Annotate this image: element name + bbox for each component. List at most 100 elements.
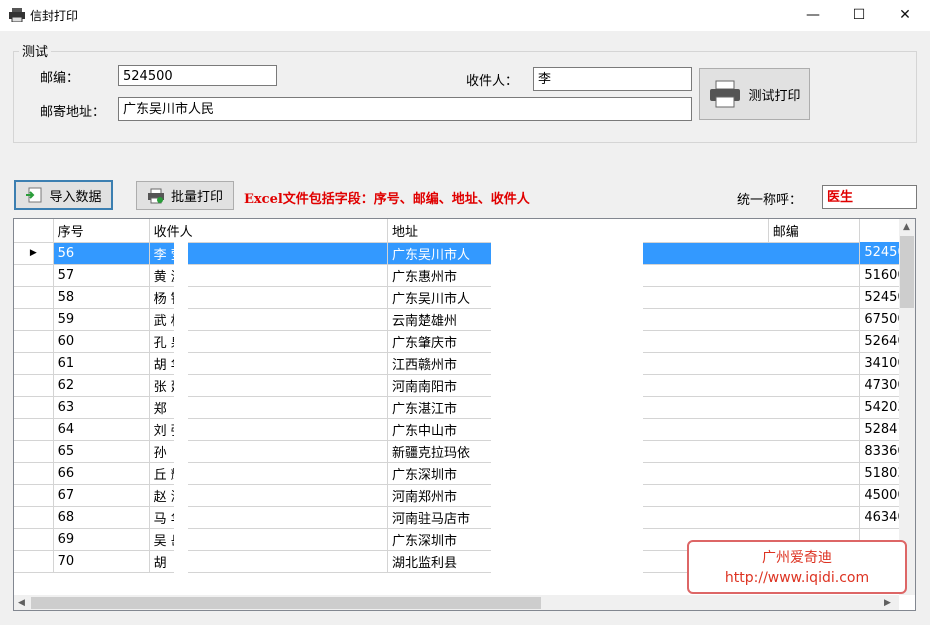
address-text: 广东深圳市 bbox=[391, 467, 457, 483]
cell-no[interactable]: 60 bbox=[53, 330, 150, 353]
address-text: 广东深圳市 bbox=[391, 533, 457, 549]
row-header[interactable] bbox=[14, 528, 54, 551]
cell-no[interactable]: 57 bbox=[53, 264, 150, 287]
table-row[interactable]: 63郑广东湛江市科542037 bbox=[14, 396, 915, 419]
row-header[interactable] bbox=[14, 462, 54, 485]
scroll-up-icon[interactable]: ▲ bbox=[903, 222, 910, 232]
horizontal-scroll-thumb[interactable] bbox=[31, 597, 541, 609]
title-bar: 信封打印 — ☐ ✕ bbox=[0, 0, 930, 31]
cell-no[interactable]: 62 bbox=[53, 374, 150, 397]
row-header[interactable] bbox=[14, 418, 54, 441]
cell-no[interactable]: 61 bbox=[53, 352, 150, 375]
cell-no[interactable]: 66 bbox=[53, 462, 150, 485]
row-header[interactable] bbox=[14, 440, 54, 463]
row-header-corner bbox=[14, 219, 54, 243]
vertical-scroll-thumb[interactable] bbox=[900, 236, 914, 308]
row-pointer-icon[interactable]: ▶ bbox=[14, 242, 54, 265]
printer-icon bbox=[710, 80, 741, 108]
table-row[interactable]: 64 刘 强广东中山市 528414 bbox=[14, 418, 915, 441]
column-header-recipient[interactable]: 收件人 bbox=[149, 219, 388, 243]
row-header[interactable] bbox=[14, 308, 54, 331]
table-row[interactable]: 65孙新疆克拉玛依科833600 bbox=[14, 440, 915, 463]
cell-no[interactable]: 65 bbox=[53, 440, 150, 463]
table-row[interactable]: 59 武 权云南楚雄州 675000 bbox=[14, 308, 915, 331]
cell-no[interactable]: 56 bbox=[53, 242, 150, 265]
salutation-input[interactable]: 医生 bbox=[822, 185, 917, 209]
cell-no[interactable]: 64 bbox=[53, 418, 150, 441]
row-header[interactable] bbox=[14, 286, 54, 309]
address-label: 邮寄地址： bbox=[40, 105, 106, 120]
address-text: 广东中山市 bbox=[391, 423, 457, 439]
maximize-button[interactable]: ☐ bbox=[836, 0, 882, 31]
watermark-stamp: 广州爱奇迪 http://www.iqidi.com bbox=[687, 540, 907, 594]
table-row[interactable]: 68马 华河南驻马店市科463400 bbox=[14, 506, 915, 529]
recipient-label: 收件人： bbox=[466, 74, 519, 89]
table-row[interactable]: 61胡 华江西赣州市骨科341000 bbox=[14, 352, 915, 375]
redaction-mask bbox=[491, 241, 643, 595]
table-row[interactable]: 58 杨 锦广东吴川市人 524500 bbox=[14, 286, 915, 309]
address-text: 广东吴川市人 bbox=[391, 247, 470, 263]
postcode-input[interactable]: 524500 bbox=[118, 65, 277, 86]
row-header[interactable] bbox=[14, 374, 54, 397]
address-text: 广东湛江市 bbox=[391, 401, 457, 417]
address-text: 湖北监利县 bbox=[391, 555, 457, 571]
row-header[interactable] bbox=[14, 484, 54, 507]
table-row[interactable]: 57 黄 源广东惠州市 516002 bbox=[14, 264, 915, 287]
cell-no[interactable]: 69 bbox=[53, 528, 150, 551]
address-text: 河南驻马店市 bbox=[391, 511, 470, 527]
column-header-no[interactable]: 序号 bbox=[53, 219, 150, 243]
row-header[interactable] bbox=[14, 352, 54, 375]
import-icon bbox=[26, 187, 42, 203]
address-text: 河南南阳市 bbox=[391, 379, 457, 395]
import-data-label: 导入数据 bbox=[49, 189, 102, 205]
row-header[interactable] bbox=[14, 330, 54, 353]
cell-no[interactable]: 59 bbox=[53, 308, 150, 331]
test-print-button[interactable]: 测试打印 bbox=[699, 68, 810, 120]
close-button[interactable]: ✕ bbox=[882, 0, 928, 31]
data-table: 序号 收件人 地址 邮编 ▶ 56 李 莹广东吴川市人 524500 57 黄 源广东惠州… bbox=[14, 219, 915, 573]
address-text: 江西赣州市 bbox=[391, 357, 457, 373]
cell-no[interactable]: 68 bbox=[53, 506, 150, 529]
cell-no[interactable]: 63 bbox=[53, 396, 150, 419]
batch-print-button[interactable]: 批量打印 bbox=[136, 181, 234, 210]
horizontal-scrollbar[interactable]: ◀ ▶ bbox=[14, 595, 899, 610]
cell-no[interactable]: 67 bbox=[53, 484, 150, 507]
minimize-button[interactable]: — bbox=[790, 0, 836, 31]
table-row[interactable]: ▶ 56 李 莹广东吴川市人 524500 bbox=[14, 242, 915, 265]
redaction-mask bbox=[174, 241, 188, 595]
test-print-label: 测试打印 bbox=[748, 88, 801, 104]
window-title: 信封打印 bbox=[30, 9, 79, 23]
scroll-left-icon[interactable]: ◀ bbox=[18, 598, 25, 608]
table-row[interactable]: 62张 建河南南阳市+473000 bbox=[14, 374, 915, 397]
row-header[interactable] bbox=[14, 506, 54, 529]
printer-icon bbox=[9, 8, 25, 22]
watermark-line2: http://www.iqidi.com bbox=[724, 570, 870, 586]
address-input[interactable]: 广东吴川市人民 bbox=[118, 97, 692, 121]
table-row[interactable]: 66丘 辉广东深圳市+518030 bbox=[14, 462, 915, 485]
column-header-address[interactable]: 地址 bbox=[387, 219, 769, 243]
postcode-label: 邮编： bbox=[40, 71, 80, 86]
row-header[interactable] bbox=[14, 264, 54, 287]
table-row[interactable]: 60孔 泉广东肇庆市+526400 bbox=[14, 330, 915, 353]
row-header[interactable] bbox=[14, 396, 54, 419]
address-text: 新疆克拉玛依 bbox=[391, 445, 470, 461]
watermark-line1: 广州爱奇迪 bbox=[762, 550, 832, 566]
cell-no[interactable]: 70 bbox=[53, 550, 150, 573]
vertical-scrollbar[interactable]: ▲ bbox=[899, 219, 915, 595]
salutation-label: 统一称呼： bbox=[737, 193, 803, 208]
column-header-zip[interactable]: 邮编 bbox=[768, 219, 861, 243]
address-text: 广东吴川市人 bbox=[391, 291, 470, 307]
scroll-right-icon[interactable]: ▶ bbox=[884, 598, 891, 608]
batch-print-icon bbox=[147, 188, 164, 203]
excel-fields-hint: Excel文件包括字段：序号、邮编、地址、收件人 bbox=[244, 192, 530, 207]
address-text: 河南郑州市 bbox=[391, 489, 457, 505]
header-row: 序号 收件人 地址 邮编 bbox=[14, 219, 915, 243]
table-row[interactable]: 67赵 滨河南郑州市科450000 bbox=[14, 484, 915, 507]
import-data-button[interactable]: 导入数据 bbox=[14, 180, 113, 210]
recipient-input[interactable]: 李 bbox=[533, 67, 692, 91]
address-text: 广东惠州市 bbox=[391, 269, 457, 285]
address-text: 广东肇庆市 bbox=[391, 335, 457, 351]
batch-print-label: 批量打印 bbox=[170, 190, 223, 205]
cell-no[interactable]: 58 bbox=[53, 286, 150, 309]
row-header[interactable] bbox=[14, 550, 54, 573]
